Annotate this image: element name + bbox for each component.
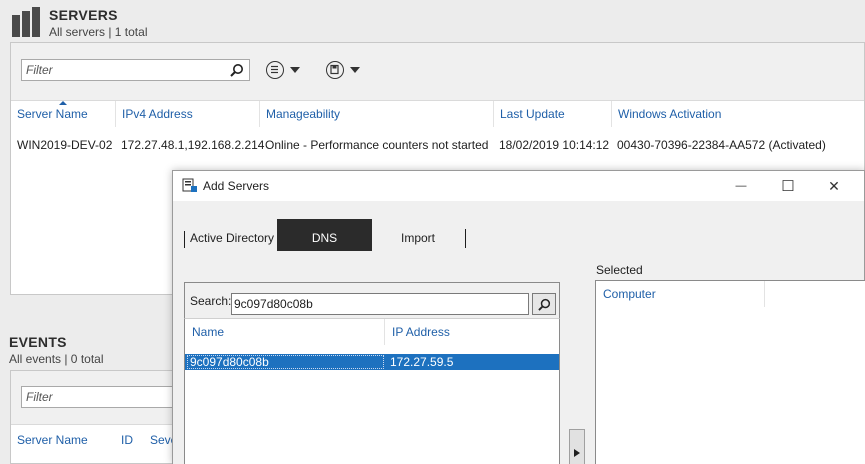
sort-ascending-icon	[59, 101, 67, 105]
add-to-selected-button[interactable]	[569, 429, 585, 464]
list-item[interactable]: 9c097d80c08b 172.27.59.5	[185, 354, 559, 370]
events-toolbar	[11, 371, 191, 425]
servers-filter-input[interactable]	[22, 60, 217, 80]
dialog-body: Active Directory DNS Import Search: Name…	[173, 201, 865, 464]
result-ip: 172.27.59.5	[390, 355, 454, 369]
tab-active-directory[interactable]: Active Directory	[187, 219, 277, 251]
search-icon	[537, 298, 550, 311]
cell-activation: 00430-70396-22384-AA572 (Activated)	[617, 138, 826, 152]
servers-subtitle: All servers | 1 total	[49, 25, 148, 39]
servers-grid-header: Server Name IPv4 Address Manageability L…	[11, 101, 864, 127]
add-servers-dialog: Add Servers — ☐ ✕ Active Directory DNS I…	[172, 170, 865, 464]
list-view-icon	[266, 61, 284, 79]
events-filter[interactable]	[21, 386, 191, 408]
result-name: 9c097d80c08b	[190, 355, 269, 369]
minimize-button[interactable]: —	[718, 171, 764, 201]
search-results-list: Name IP Address 9c097d80c08b 172.27.59.5	[184, 318, 560, 464]
cell-server-name: WIN2019-DEV-02	[17, 138, 113, 152]
close-icon: ✕	[828, 177, 840, 194]
column-divider	[764, 281, 765, 307]
events-title: EVENTS	[9, 334, 67, 350]
maximize-icon: ☐	[781, 178, 795, 195]
results-column-name[interactable]: Name	[185, 319, 384, 345]
dialog-title: Add Servers	[203, 179, 270, 193]
cell-ipv4: 172.27.48.1,192.168.2.214	[121, 138, 265, 152]
search-label: Search:	[190, 294, 232, 308]
events-column-server-name[interactable]: Server Name	[17, 433, 88, 447]
column-ipv4-address[interactable]: IPv4 Address	[115, 101, 259, 127]
tab-divider	[465, 229, 466, 248]
events-filter-input[interactable]	[22, 387, 182, 407]
tab-import[interactable]: Import	[372, 219, 464, 251]
chevron-down-icon	[290, 67, 300, 73]
selected-label: Selected	[596, 263, 643, 277]
search-icon[interactable]	[230, 63, 244, 77]
server-manager-icon	[182, 178, 197, 192]
minimize-icon: —	[735, 180, 747, 192]
table-row[interactable]: WIN2019-DEV-02 172.27.48.1,192.168.2.214…	[11, 135, 864, 155]
tab-divider	[184, 231, 185, 248]
chevron-down-icon	[350, 67, 360, 73]
tab-dns[interactable]: DNS	[277, 219, 372, 251]
close-button[interactable]: ✕	[811, 171, 857, 201]
cell-manageability: Online - Performance counters not starte…	[265, 138, 489, 152]
cell-last-update: 18/02/2019 10:14:12	[499, 138, 610, 152]
column-manageability[interactable]: Manageability	[259, 101, 493, 127]
selected-column-computer[interactable]: Computer	[596, 281, 656, 307]
search-button[interactable]	[532, 293, 556, 315]
dialog-titlebar[interactable]: Add Servers — ☐ ✕	[173, 171, 864, 201]
column-last-update[interactable]: Last Update	[493, 101, 611, 127]
search-row: Search:	[184, 282, 560, 318]
events-panel: Server Name ID Seve	[10, 370, 191, 464]
save-icon	[326, 61, 344, 79]
selected-list: Computer	[595, 280, 865, 464]
search-input[interactable]	[232, 294, 528, 314]
events-subtitle: All events | 0 total	[9, 352, 104, 366]
events-column-id[interactable]: ID	[121, 433, 133, 447]
save-query-button[interactable]	[326, 60, 360, 80]
results-column-ip-address[interactable]: IP Address	[384, 319, 455, 345]
maximize-button[interactable]: ☐	[765, 171, 811, 201]
servers-section-icon	[12, 7, 42, 37]
arrow-right-icon	[574, 449, 580, 457]
servers-title: SERVERS	[49, 7, 118, 23]
view-options-button[interactable]	[266, 60, 300, 80]
servers-filter[interactable]	[21, 59, 250, 81]
servers-toolbar	[11, 43, 864, 101]
search-field[interactable]	[231, 293, 529, 315]
column-windows-activation[interactable]: Windows Activation	[611, 101, 865, 127]
